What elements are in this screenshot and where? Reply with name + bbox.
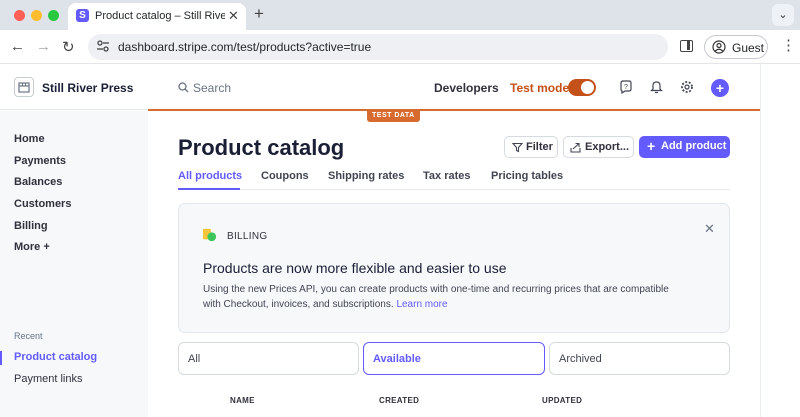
maximize-window-button[interactable] xyxy=(48,10,59,21)
page-title: Product catalog xyxy=(178,135,345,160)
banner-category: BILLING xyxy=(227,231,268,242)
tab-title: Product catalog – Still River P xyxy=(95,10,225,22)
account-logo-icon[interactable] xyxy=(14,77,34,97)
tab-all-products[interactable]: All products xyxy=(178,170,242,182)
filter-icon xyxy=(512,142,523,153)
active-tab-underline xyxy=(178,188,240,190)
test-mode-label: Test mode xyxy=(510,81,570,95)
column-header-created[interactable]: CREATED xyxy=(379,396,419,405)
reload-icon[interactable]: ↻ xyxy=(62,38,75,56)
banner-body: Using the new Prices API, you can create… xyxy=(203,282,683,312)
filter-available-label: Available xyxy=(373,353,421,365)
filter-button[interactable]: Filter xyxy=(504,136,558,158)
close-window-button[interactable] xyxy=(14,10,25,21)
bell-icon[interactable] xyxy=(650,80,663,94)
billing-icon xyxy=(203,228,217,242)
tab-coupons[interactable]: Coupons xyxy=(261,170,309,182)
sidebar-item-customers[interactable]: Customers xyxy=(14,198,71,210)
profile-avatar-icon xyxy=(712,40,726,54)
side-panel-icon[interactable] xyxy=(680,40,693,52)
export-label: Export... xyxy=(585,141,630,153)
gear-icon[interactable] xyxy=(680,80,694,94)
filter-available[interactable]: Available xyxy=(363,342,545,375)
test-mode-toggle[interactable] xyxy=(568,79,596,96)
export-icon xyxy=(570,142,581,153)
search-icon xyxy=(178,82,189,93)
back-arrow-icon[interactable]: ← xyxy=(10,38,25,55)
add-product-label: Add product xyxy=(661,140,727,152)
browser-menu-icon[interactable]: ⋮ xyxy=(781,38,796,53)
sidebar-item-balances[interactable]: Balances xyxy=(14,176,62,188)
browser-tab-bar: S Product catalog – Still River P ✕ + ⌄ xyxy=(0,0,800,30)
sidebar-item-more[interactable]: More + xyxy=(14,241,50,253)
stripe-dashboard: Still River Press Search Developers Test… xyxy=(0,64,800,417)
browser-toolbar: ← → ↻ dashboard.stripe.com/test/products… xyxy=(0,30,800,64)
filter-archived[interactable]: Archived xyxy=(549,342,730,375)
tab-shipping-rates[interactable]: Shipping rates xyxy=(328,170,404,182)
sidebar: Home Payments Balances Customers Billing… xyxy=(0,111,148,417)
sidebar-item-home[interactable]: Home xyxy=(14,133,45,145)
developers-link[interactable]: Developers xyxy=(434,81,499,95)
create-new-button[interactable]: + xyxy=(711,79,729,97)
column-header-name[interactable]: NAME xyxy=(230,396,255,405)
tab-search-chevron-icon[interactable]: ⌄ xyxy=(772,4,794,26)
page-scroll-gutter xyxy=(760,64,800,417)
search-input[interactable]: Search xyxy=(193,81,231,95)
close-banner-icon[interactable]: ✕ xyxy=(704,221,715,237)
filter-all-label: All xyxy=(188,353,201,365)
site-settings-icon[interactable] xyxy=(96,39,110,53)
banner-title: Products are now more flexible and easie… xyxy=(203,260,507,276)
url-text: dashboard.stripe.com/test/products?activ… xyxy=(118,40,372,54)
billing-banner: BILLING ✕ Products are now more flexible… xyxy=(178,203,730,333)
stripe-favicon-icon: S xyxy=(76,9,89,22)
minimize-window-button[interactable] xyxy=(31,10,42,21)
filter-label: Filter xyxy=(526,141,553,153)
profile-button[interactable]: Guest xyxy=(704,35,768,59)
account-name[interactable]: Still River Press xyxy=(42,81,133,95)
add-product-button[interactable]: + Add product xyxy=(639,136,730,158)
export-button[interactable]: Export... xyxy=(563,136,634,158)
product-tabs: All products Coupons Shipping rates Tax … xyxy=(178,169,730,190)
help-icon[interactable]: ? xyxy=(619,80,633,94)
close-tab-icon[interactable]: ✕ xyxy=(228,8,239,24)
filter-all[interactable]: All xyxy=(178,342,359,375)
recent-heading: Recent xyxy=(14,331,43,341)
tab-tax-rates[interactable]: Tax rates xyxy=(423,170,471,182)
main-content: Product catalog Filter Export... + Add p… xyxy=(148,111,760,417)
profile-label: Guest xyxy=(732,41,765,55)
sidebar-item-billing[interactable]: Billing xyxy=(14,220,48,232)
filter-archived-label: Archived xyxy=(559,353,602,365)
column-header-updated[interactable]: UPDATED xyxy=(542,396,582,405)
browser-tab[interactable]: S Product catalog – Still River P ✕ xyxy=(68,3,246,30)
dashboard-header: Still River Press Search Developers Test… xyxy=(0,64,760,122)
recent-item-product-catalog[interactable]: Product catalog xyxy=(14,351,97,363)
address-bar[interactable]: dashboard.stripe.com/test/products?activ… xyxy=(88,34,668,60)
active-indicator xyxy=(0,351,2,365)
sidebar-item-payments[interactable]: Payments xyxy=(14,155,66,167)
svg-text:?: ? xyxy=(624,84,628,91)
learn-more-link[interactable]: Learn more xyxy=(396,299,447,310)
plus-icon: + xyxy=(647,138,656,154)
new-tab-button[interactable]: + xyxy=(254,4,264,24)
recent-item-payment-links[interactable]: Payment links xyxy=(14,373,82,385)
forward-arrow-icon[interactable]: → xyxy=(36,38,51,55)
tab-pricing-tables[interactable]: Pricing tables xyxy=(491,170,563,182)
store-icon xyxy=(18,82,30,93)
